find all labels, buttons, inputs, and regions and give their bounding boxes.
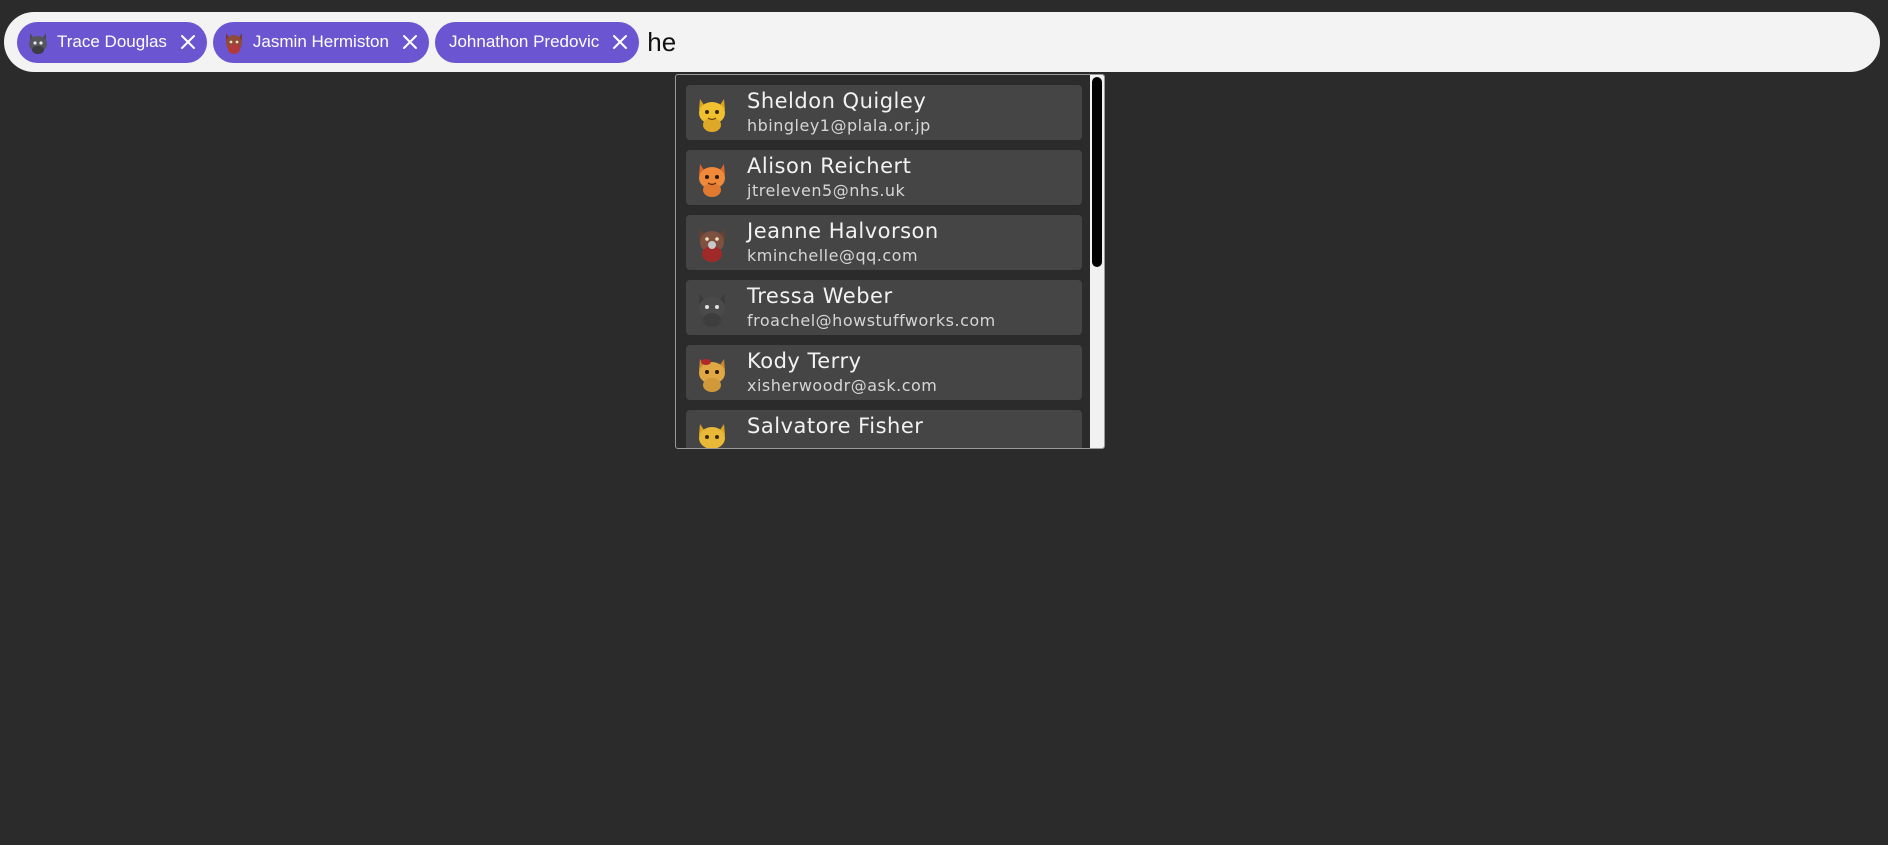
brown-cat-avatar-icon	[692, 223, 732, 263]
list-item[interactable]: Sheldon Quigley hbingley1@plala.or.jp	[686, 85, 1082, 140]
dropdown-scrollbar[interactable]	[1090, 75, 1104, 448]
list-item[interactable]: Tressa Weber froachel@howstuffworks.com	[686, 280, 1082, 335]
suggestions-dropdown[interactable]: Sheldon Quigley hbingley1@plala.or.jp Al…	[675, 74, 1105, 449]
gray-cat-avatar-icon	[25, 29, 51, 55]
option-name: Alison Reichert	[747, 154, 912, 178]
chip-trace-douglas: Trace Douglas	[17, 21, 207, 63]
chip-jasmin-hermiston: Jasmin Hermiston	[212, 21, 429, 63]
close-icon[interactable]	[401, 33, 419, 51]
list-item[interactable]: Alison Reichert jtreleven5@nhs.uk	[686, 150, 1082, 205]
option-name: Sheldon Quigley	[747, 89, 927, 113]
page: Trace Douglas Jasmin Hermiston Johnathon…	[0, 0, 1888, 845]
option-name: Salvatore Fisher	[747, 414, 924, 438]
chip-johnathon-predovic: Johnathon Predovic	[434, 21, 640, 63]
search-input[interactable]	[647, 22, 948, 62]
option-name: Tressa Weber	[747, 284, 893, 308]
option-name: Jeanne Halvorson	[747, 219, 939, 243]
chip-label: Trace Douglas	[57, 32, 167, 51]
option-email: kminchelle@qq.com	[747, 246, 919, 265]
close-icon[interactable]	[179, 33, 197, 51]
tan-cat-avatar-icon	[692, 353, 732, 393]
red-cat-avatar-icon	[221, 29, 247, 55]
yellow-cat-avatar-icon	[692, 418, 732, 448]
dark-cat-avatar-icon	[692, 288, 732, 328]
option-email: xisherwoodr@ask.com	[747, 376, 938, 395]
suggestions-list: Sheldon Quigley hbingley1@plala.or.jp Al…	[686, 85, 1082, 448]
option-name: Kody Terry	[747, 349, 862, 373]
option-email: froachel@howstuffworks.com	[747, 311, 996, 330]
scrollbar-thumb[interactable]	[1092, 77, 1102, 267]
option-email: jtreleven5@nhs.uk	[747, 181, 906, 200]
list-item[interactable]: Kody Terry xisherwoodr@ask.com	[686, 345, 1082, 400]
option-email: hbingley1@plala.or.jp	[747, 116, 931, 135]
chip-label: Johnathon Predovic	[448, 32, 600, 51]
list-item[interactable]: Salvatore Fisher	[686, 410, 1082, 448]
close-icon[interactable]	[611, 33, 629, 51]
list-item[interactable]: Jeanne Halvorson kminchelle@qq.com	[686, 215, 1082, 270]
token-input-bar[interactable]: Trace Douglas Jasmin Hermiston Johnathon…	[4, 12, 1880, 72]
chip-label: Jasmin Hermiston	[252, 32, 389, 51]
yellow-cat-avatar-icon	[692, 93, 732, 133]
orange-cat-avatar-icon	[692, 158, 732, 198]
